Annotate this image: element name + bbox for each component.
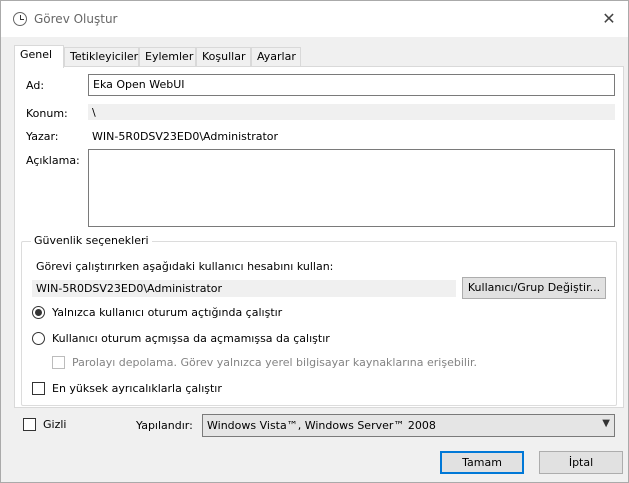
run-as-label: Görevi çalıştırırken aşağıdaki kullanıcı…	[36, 260, 334, 273]
highest-privileges-label[interactable]: En yüksek ayrıcalıklarla çalıştır	[52, 382, 222, 395]
highest-privileges-checkbox[interactable]	[32, 382, 45, 395]
run-only-logged-on-label[interactable]: Yalnızca kullanıcı oturum açtığında çalı…	[52, 306, 282, 319]
security-options-title: Güvenlik seçenekleri	[31, 234, 152, 247]
hidden-checkbox[interactable]	[23, 418, 36, 431]
run-only-logged-on-radio[interactable]	[32, 306, 45, 319]
chevron-down-icon: ▼	[602, 418, 610, 429]
tab-actions[interactable]: Eylemler	[139, 47, 196, 67]
title-bar: Görev Oluştur ✕	[1, 1, 628, 37]
description-field[interactable]	[88, 149, 615, 227]
ok-button[interactable]: Tamam	[440, 451, 524, 474]
hidden-label[interactable]: Gizli	[43, 418, 66, 431]
configure-for-value: Windows Vista™, Windows Server™ 2008	[207, 419, 436, 432]
clock-icon	[13, 12, 27, 26]
do-not-store-password-checkbox[interactable]	[52, 356, 65, 369]
configure-label: Yapılandır:	[136, 419, 193, 432]
name-field[interactable]: Eka Open WebUI	[88, 74, 615, 96]
name-label: Ad:	[26, 79, 45, 92]
do-not-store-password-label: Parolayı depolama. Görev yalnızca yerel …	[72, 356, 478, 369]
close-button[interactable]: ✕	[596, 7, 622, 31]
cancel-button[interactable]: İptal	[539, 451, 623, 474]
window-title: Görev Oluştur	[34, 12, 118, 26]
location-value: \	[88, 104, 615, 120]
tab-conditions[interactable]: Koşullar	[196, 47, 251, 67]
description-label: Açıklama:	[26, 154, 80, 167]
tab-settings[interactable]: Ayarlar	[251, 47, 301, 67]
author-value: WIN-5R0DSV23ED0\Administrator	[92, 130, 279, 143]
configure-for-select[interactable]: Windows Vista™, Windows Server™ 2008 ▼	[202, 414, 615, 437]
change-user-group-button[interactable]: Kullanıcı/Grup Değiştir...	[462, 277, 606, 299]
author-label: Yazar:	[26, 130, 59, 143]
run-whether-logged-on-label[interactable]: Kullanıcı oturum açmışsa da açmamışsa da…	[52, 332, 330, 345]
tab-general[interactable]: Genel	[14, 45, 64, 68]
location-label: Konum:	[26, 107, 68, 120]
tab-triggers[interactable]: Tetikleyiciler	[64, 47, 139, 67]
run-whether-logged-on-radio[interactable]	[32, 332, 45, 345]
run-as-value: WIN-5R0DSV23ED0\Administrator	[32, 280, 456, 297]
create-task-dialog: Görev Oluştur ✕ Genel Tetikleyiciler Eyl…	[0, 0, 629, 483]
